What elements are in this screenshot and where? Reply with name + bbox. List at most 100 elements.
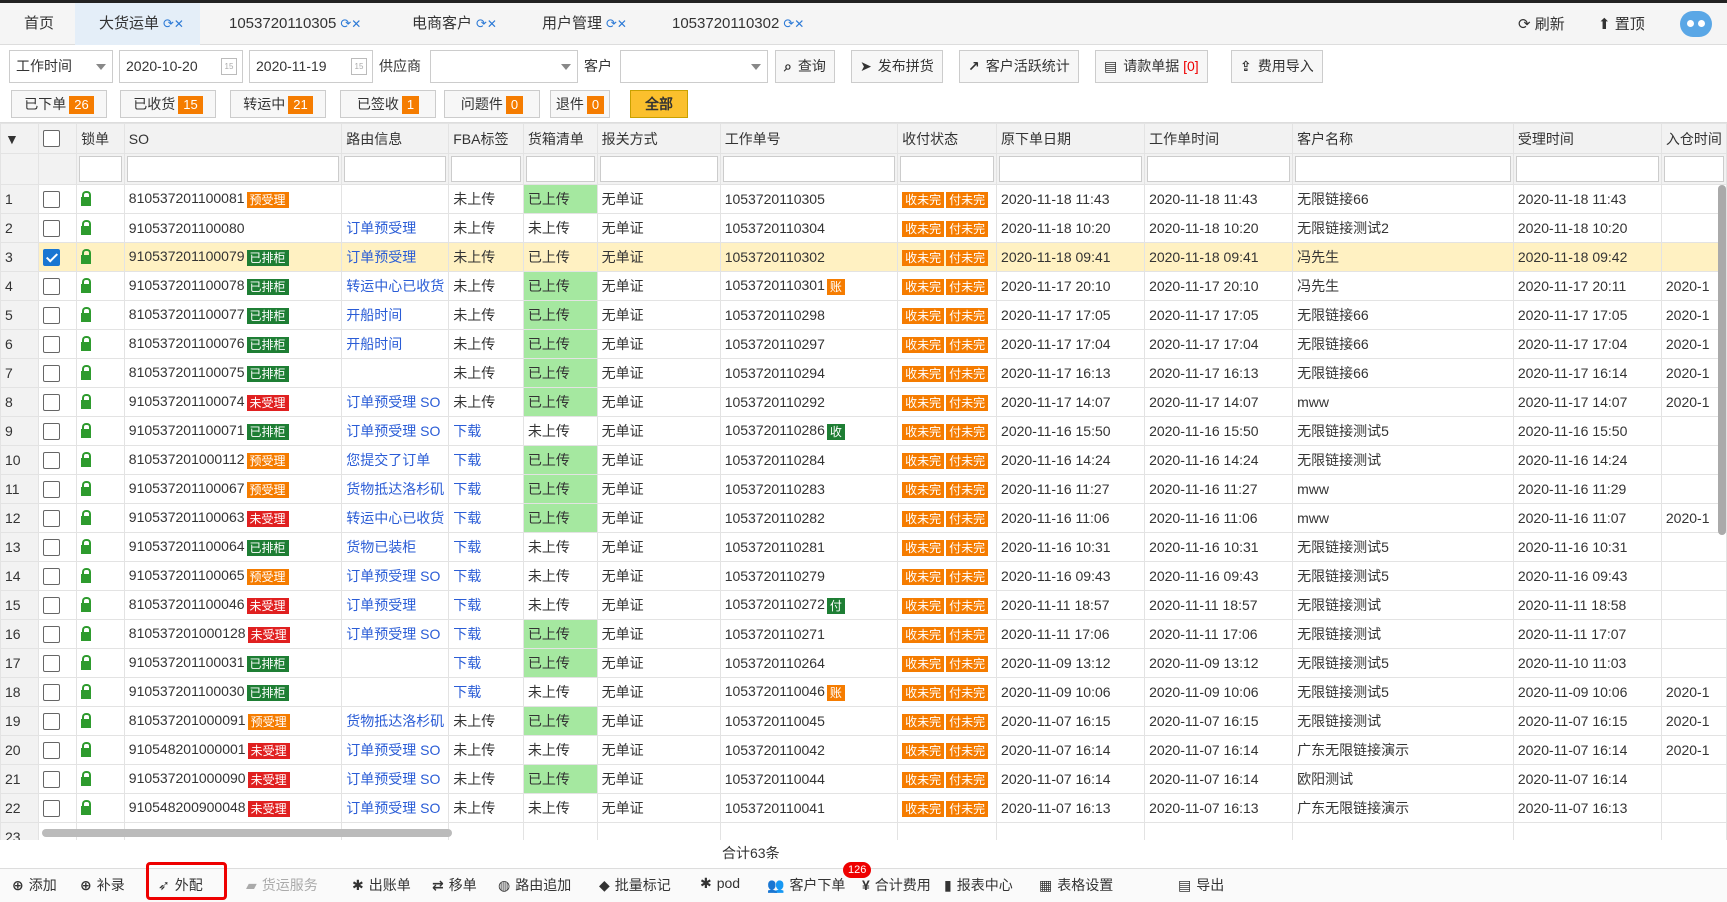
so-number[interactable]: 810537201000091: [129, 712, 246, 728]
work-no-cell[interactable]: [719, 822, 899, 840]
calendar-icon[interactable]: 15: [351, 58, 367, 75]
col-header-so[interactable]: SO: [123, 123, 343, 154]
filter-icon[interactable]: ▼: [0, 123, 39, 154]
so-cell[interactable]: 810537201000112 预受理: [123, 445, 343, 475]
work-no[interactable]: 1053720110298: [725, 307, 825, 323]
table-row[interactable]: 7 810537201100075 已排柜 未上传 已上传 无单证 105372011029…: [0, 358, 1727, 388]
lock-open-icon[interactable]: [81, 626, 92, 641]
close-icon[interactable]: ✕: [794, 17, 804, 31]
route-link[interactable]: 您提交了订单: [341, 445, 450, 475]
tag-action-button[interactable]: ◆ 批量标记: [599, 875, 671, 895]
route-link[interactable]: 订单预受理 SO: [341, 416, 450, 446]
col-header-customer[interactable]: 客户名称: [1292, 123, 1514, 154]
lock-open-icon[interactable]: [81, 423, 92, 438]
work-no[interactable]: 1053720110286: [725, 422, 825, 438]
table-row[interactable]: 16 810537201000128 未受理 订单预受理 SO 下载 已上传 无单证 1053…: [0, 619, 1727, 649]
lock-cell[interactable]: [76, 793, 125, 823]
lock-cell[interactable]: [76, 677, 125, 707]
work-no-cell[interactable]: 1053720110264: [719, 648, 899, 678]
row-checkbox[interactable]: [42, 277, 60, 295]
work-no-cell[interactable]: 1053720110044: [719, 764, 899, 794]
so-number[interactable]: 910537201100067: [129, 480, 245, 496]
row-checkbox-cell[interactable]: [37, 329, 78, 359]
col-header-payment[interactable]: 收付状态: [897, 123, 998, 154]
col-header-work-time[interactable]: 工作单时间: [1144, 123, 1294, 154]
status-problem-button[interactable]: 问题件 0: [444, 90, 540, 118]
lock-cell[interactable]: [76, 358, 125, 388]
customer-select[interactable]: [620, 50, 768, 83]
lock-open-icon[interactable]: [81, 684, 92, 699]
work-no-cell[interactable]: 1053720110302: [719, 242, 899, 272]
filter-input[interactable]: [126, 156, 340, 182]
publish-consolidation-button[interactable]: ➤ 发布拼货: [851, 50, 943, 83]
so-number[interactable]: 910537201100078: [129, 277, 245, 293]
fba-label-cell[interactable]: 下载: [448, 445, 524, 475]
work-no[interactable]: 1053720110045: [725, 713, 825, 729]
work-no-cell[interactable]: 1053720110304: [719, 213, 899, 243]
route-link[interactable]: 订单预受理 SO: [341, 764, 450, 794]
close-icon[interactable]: ✕: [487, 17, 497, 31]
work-no-cell[interactable]: 1053720110305: [719, 184, 899, 214]
work-no[interactable]: 1053720110272: [725, 596, 825, 612]
lock-open-icon[interactable]: [81, 452, 92, 467]
table-row[interactable]: 20 910548201000001 未受理 订单预受理 SO 未上传 未上传 无单证 105…: [0, 735, 1727, 765]
so-number[interactable]: 810537201000128: [129, 625, 246, 641]
lock-open-icon[interactable]: [81, 307, 92, 322]
table-row[interactable]: 22 910548200900048 未受理 订单预受理 SO 未上传 未上传 无单证 105…: [0, 793, 1727, 823]
col-header-route[interactable]: 路由信息: [341, 123, 450, 154]
lock-cell[interactable]: [76, 213, 125, 243]
so-cell[interactable]: 810537201000091 预受理: [123, 706, 343, 736]
filter-input[interactable]: [79, 156, 122, 182]
status-in-transit-button[interactable]: 转运中 21: [230, 90, 326, 118]
so-cell[interactable]: 910537201100063 未受理: [123, 503, 343, 533]
row-checkbox-cell[interactable]: [37, 271, 78, 301]
so-number[interactable]: 910537201100079: [129, 248, 245, 264]
row-checkbox[interactable]: [42, 770, 60, 788]
users-action-button[interactable]: 👥 客户下单: [767, 875, 845, 895]
row-checkbox[interactable]: [42, 567, 60, 585]
row-checkbox[interactable]: [42, 741, 60, 759]
status-received-button[interactable]: 已收货 15: [120, 90, 216, 118]
gear-action-button[interactable]: ✱ pod: [700, 875, 740, 892]
row-checkbox-cell[interactable]: [37, 503, 78, 533]
col-header-lock[interactable]: 锁单: [76, 123, 125, 154]
route-link[interactable]: [341, 677, 450, 707]
so-number[interactable]: 810537201100075: [129, 364, 245, 380]
row-checkbox[interactable]: [42, 422, 60, 440]
row-checkbox-cell[interactable]: [37, 764, 78, 794]
work-no-cell[interactable]: 1053720110297: [719, 329, 899, 359]
col-header-work-no[interactable]: 工作单号: [719, 123, 899, 154]
work-no-cell[interactable]: 1053720110282: [719, 503, 899, 533]
so-cell[interactable]: 910537201100080: [123, 213, 343, 243]
work-no[interactable]: 1053720110284: [725, 452, 825, 468]
work-no-cell[interactable]: 1053720110045: [719, 706, 899, 736]
lock-cell[interactable]: [76, 590, 125, 620]
row-checkbox[interactable]: [42, 683, 60, 701]
row-checkbox-cell[interactable]: [37, 416, 78, 446]
status-ordered-button[interactable]: 已下单 26: [11, 90, 107, 118]
lock-cell[interactable]: [76, 300, 125, 330]
row-checkbox[interactable]: [42, 596, 60, 614]
work-no-cell[interactable]: 1053720110286 收: [719, 416, 899, 446]
so-cell[interactable]: 810537201100046 未受理: [123, 590, 343, 620]
table-row[interactable]: 17 910537201100031 已排柜 下载 已上传 无单证 105372011026…: [0, 648, 1727, 678]
lock-cell[interactable]: [76, 416, 125, 446]
so-cell[interactable]: 810537201100076 已排柜: [123, 329, 343, 359]
fba-label-cell[interactable]: 下载: [448, 648, 524, 678]
col-header-customs[interactable]: 报关方式: [596, 123, 721, 154]
table-row[interactable]: 4 910537201100078 已排柜 转运中心已收货 未上传 已上传 无单证 10537…: [0, 271, 1727, 301]
row-checkbox[interactable]: [42, 625, 60, 643]
lock-cell[interactable]: [76, 329, 125, 359]
work-no[interactable]: 1053720110292: [725, 394, 825, 410]
row-checkbox[interactable]: [42, 712, 60, 730]
filter-input[interactable]: [599, 156, 718, 182]
so-cell[interactable]: 910537201100074 未受理: [123, 387, 343, 417]
refresh-icon[interactable]: ⟳: [163, 16, 174, 31]
so-number[interactable]: 910548201000001: [129, 741, 246, 757]
lock-cell[interactable]: [76, 735, 125, 765]
lock-open-icon[interactable]: [81, 249, 92, 264]
work-no-cell[interactable]: 1053720110284: [719, 445, 899, 475]
route-link[interactable]: 订单预受理: [341, 213, 450, 243]
filter-input[interactable]: [344, 156, 447, 182]
row-checkbox[interactable]: [42, 248, 60, 266]
